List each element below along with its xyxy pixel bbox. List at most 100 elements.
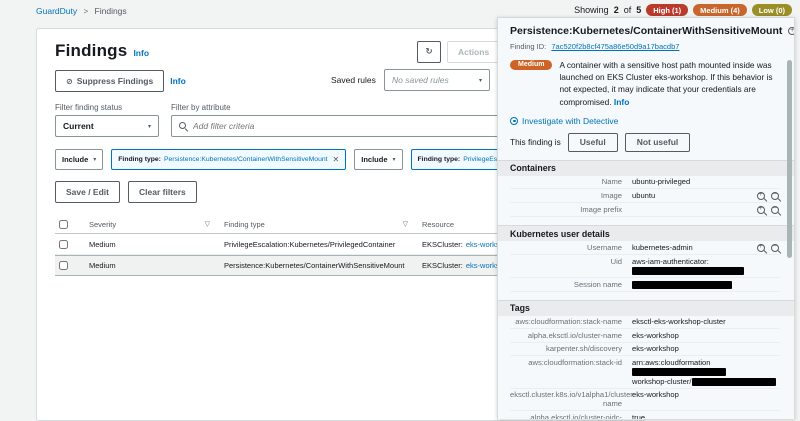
filter-status-label: Filter finding status — [55, 103, 171, 112]
zoom-in-icon[interactable]: + — [757, 191, 766, 201]
showing-total: 5 — [636, 5, 641, 15]
page-title: Findings — [55, 41, 127, 61]
detail-label: Image — [510, 191, 632, 200]
high-severity-badge[interactable]: High (1) — [646, 4, 688, 16]
save-edit-button[interactable]: Save / Edit — [55, 181, 120, 203]
containers-section-header: Containers — [498, 160, 794, 176]
finding-type-cell: PrivilegeEscalation:Kubernetes/Privilege… — [224, 240, 422, 249]
detail-row-username: Username kubernetes-admin +− — [510, 241, 780, 255]
tag-row: alpha.eksctl.io/cluster-oidc-enabled tru… — [510, 411, 780, 419]
suppress-findings-button[interactable]: ⊘ Suppress Findings — [55, 70, 164, 92]
severity-filter-icon[interactable]: ▽ — [205, 220, 210, 228]
finding-detail-panel: Persistence:Kubernetes/ContainerWithSens… — [497, 17, 795, 419]
row-checkbox[interactable] — [59, 240, 68, 249]
detail-value: kubernetes-admin — [632, 243, 753, 252]
clear-filters-button[interactable]: Clear filters — [128, 181, 197, 203]
include-value: Include — [62, 155, 88, 164]
detail-value: aws-iam-authenticator: — [632, 257, 709, 266]
tag-value: workshop-cluster/ — [632, 377, 692, 386]
detail-label: Username — [510, 243, 632, 252]
finding-detail-title: Persistence:Kubernetes/ContainerWithSens… — [510, 25, 788, 38]
finding-status-select[interactable]: Current ▾ — [55, 115, 159, 137]
detail-row-image-prefix: Image prefix +− — [510, 203, 780, 217]
chevron-down-icon: ▾ — [93, 156, 96, 163]
findings-info-link[interactable]: Info — [133, 48, 149, 58]
select-all-checkbox[interactable] — [59, 220, 68, 229]
row-checkbox[interactable] — [59, 261, 68, 270]
severity-cell: Medium — [89, 240, 224, 249]
chevron-down-icon: ▾ — [148, 123, 151, 130]
breadcrumb-current: Findings — [95, 6, 127, 16]
investigate-with-detective-link[interactable]: Investigate with Detective — [522, 116, 618, 126]
low-severity-badge[interactable]: Low (0) — [752, 4, 792, 16]
severity-column-header[interactable]: Severity — [89, 220, 116, 229]
suppress-info-link[interactable]: Info — [170, 76, 186, 86]
zoom-out-icon[interactable]: − — [771, 243, 780, 253]
not-useful-button[interactable]: Not useful — [625, 133, 691, 152]
detail-label: Image prefix — [510, 205, 632, 214]
tag-key: alpha.eksctl.io/cluster-name — [510, 331, 632, 340]
token-label: Finding type: — [418, 156, 461, 163]
saved-rules-label: Saved rules — [331, 75, 376, 85]
useful-button[interactable]: Useful — [568, 133, 618, 152]
detail-value: ubuntu — [632, 191, 753, 200]
tag-value: eks-workshop — [632, 331, 780, 340]
detail-panel-scrollbar[interactable] — [787, 60, 792, 258]
tag-value: eks-workshop — [632, 390, 780, 399]
include-select-2[interactable]: Include ▾ — [354, 149, 402, 170]
severity-pill: Medium — [510, 60, 552, 70]
include-value: Include — [361, 155, 387, 164]
zoom-in-icon[interactable]: + — [788, 26, 795, 36]
detail-label: Session name — [510, 280, 632, 289]
feedback-label: This finding is — [510, 137, 561, 147]
tag-value: true — [632, 413, 780, 419]
tags-section-header: Tags — [498, 300, 794, 316]
tag-key: aws:cloudformation:stack-id — [510, 358, 632, 367]
token-label: Finding type: — [118, 156, 161, 163]
medium-severity-badge[interactable]: Medium (4) — [693, 4, 747, 16]
description-info-link[interactable]: Info — [614, 97, 630, 107]
redacted-value — [632, 267, 744, 275]
filter-attribute-label: Filter by attribute — [171, 103, 231, 112]
chevron-down-icon: ▾ — [479, 77, 482, 84]
zoom-in-icon[interactable]: + — [757, 205, 766, 215]
kubernetes-user-section-header: Kubernetes user details — [498, 225, 794, 241]
saved-rules-select[interactable]: No saved rules ▾ — [384, 69, 490, 91]
finding-type-cell: Persistence:Kubernetes/ContainerWithSens… — [224, 261, 422, 270]
suppress-icon: ⊘ — [66, 77, 73, 86]
tag-key: aws:cloudformation:stack-name — [510, 317, 632, 326]
detail-value: ubuntu-privileged — [632, 177, 780, 186]
detail-row-image: Image ubuntu +− — [510, 189, 780, 203]
finding-type-filter-icon[interactable]: ▽ — [403, 220, 408, 228]
zoom-out-icon[interactable]: − — [771, 191, 780, 201]
refresh-icon: ↻ — [425, 47, 432, 57]
severity-cell: Medium — [89, 261, 224, 270]
finding-type-column-header[interactable]: Finding type — [224, 220, 265, 229]
include-select-1[interactable]: Include ▾ — [55, 149, 103, 170]
filter-token-sensitive-mount: Finding type: Persistence:Kubernetes/Con… — [111, 149, 346, 170]
zoom-out-icon[interactable]: − — [771, 205, 780, 215]
tag-value: eks-workshop — [632, 344, 780, 353]
tag-key: karpenter.sh/discovery — [510, 344, 632, 353]
breadcrumb-guardduty-link[interactable]: GuardDuty — [36, 6, 77, 16]
detail-label: Name — [510, 177, 632, 186]
tag-key: eksctl.cluster.k8s.io/v1alpha1/cluster-n… — [510, 390, 632, 409]
actions-button-label: Actions — [458, 47, 489, 57]
tag-key: alpha.eksctl.io/cluster-oidc-enabled — [510, 413, 632, 419]
finding-id-link[interactable]: 7ac520f2b8cf475a86e50d9a17bacdb7 — [551, 42, 679, 51]
breadcrumb: GuardDuty > Findings — [36, 6, 127, 16]
zoom-in-icon[interactable]: + — [757, 243, 766, 253]
showing-of: of — [624, 5, 632, 15]
breadcrumb-separator-icon: > — [83, 7, 88, 16]
tag-value: eksctl-eks-workshop-cluster — [632, 317, 780, 326]
resource-type: EKSCluster: — [422, 261, 463, 270]
detail-label: Uid — [510, 257, 632, 266]
tag-row-stack-id: aws:cloudformation:stack-id arn:aws:clou… — [510, 356, 780, 388]
refresh-button[interactable]: ↻ — [417, 41, 441, 63]
showing-label: Showing — [574, 5, 609, 15]
token-value: Persistence:Kubernetes/ContainerWithSens… — [164, 156, 328, 163]
redacted-value — [632, 281, 732, 289]
chevron-down-icon: ▾ — [393, 156, 396, 163]
remove-token-icon[interactable]: ✕ — [333, 155, 340, 164]
tag-row: karpenter.sh/discovery eks-workshop — [510, 343, 780, 356]
